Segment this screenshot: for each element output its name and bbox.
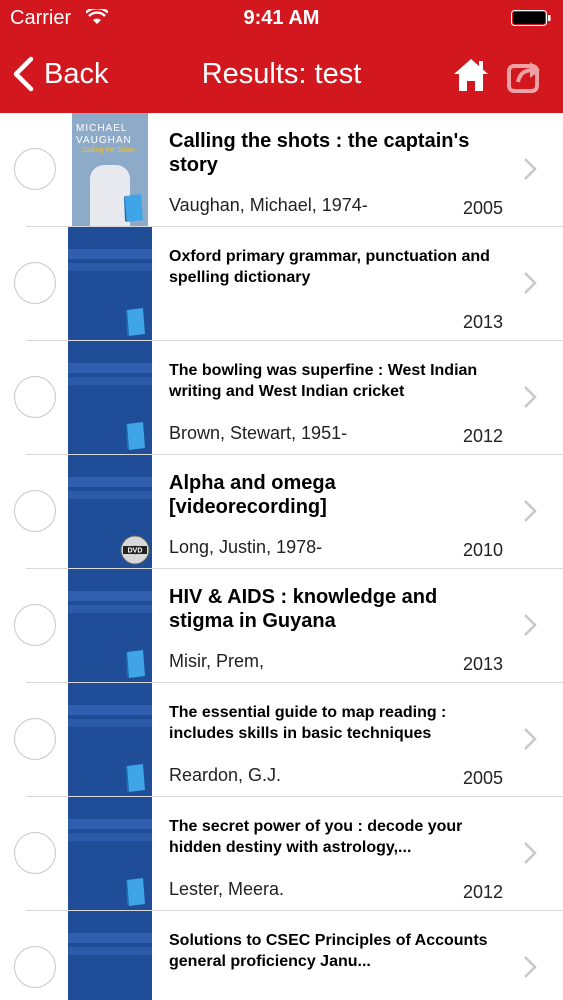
result-year: 2013 xyxy=(462,312,503,332)
results-list: MICHAEL VAUGHAN Calling the Shots Callin… xyxy=(0,113,563,1000)
result-year: 2012 xyxy=(462,882,503,902)
book-icon xyxy=(124,194,143,222)
item-thumbnail xyxy=(68,797,152,911)
result-title: Oxford primary grammar, punctuation and … xyxy=(169,248,490,286)
list-item[interactable]: DVD Alpha and omega [videorecording] Lon… xyxy=(0,455,563,569)
share-icon[interactable] xyxy=(506,56,544,94)
item-thumbnail xyxy=(68,683,152,797)
svg-text:DVD: DVD xyxy=(128,548,143,555)
item-thumbnail xyxy=(68,341,152,455)
list-item[interactable]: The bowling was superfine : West Indian … xyxy=(0,341,563,455)
list-item[interactable]: The secret power of you : decode your hi… xyxy=(0,797,563,911)
cover-text: VAUGHAN xyxy=(76,135,132,146)
result-title: Calling the shots : the captain's story xyxy=(169,130,470,176)
chevron-right-icon xyxy=(524,500,537,522)
result-year: 2005 xyxy=(462,198,503,218)
list-item[interactable]: The essential guide to map reading : inc… xyxy=(0,683,563,797)
result-author: Brown, Stewart, 1951- xyxy=(169,423,348,443)
select-checkbox[interactable] xyxy=(14,946,56,988)
dvd-icon: DVD xyxy=(120,535,150,565)
select-checkbox[interactable] xyxy=(14,148,56,190)
chevron-right-icon xyxy=(524,956,537,978)
chevron-right-icon xyxy=(524,614,537,636)
list-item[interactable]: HIV & AIDS : knowledge and stigma in Guy… xyxy=(0,569,563,683)
book-icon xyxy=(126,878,145,906)
battery-icon xyxy=(511,10,551,26)
cover-text: Calling the Shots xyxy=(82,147,135,154)
app-header: Carrier 9:41 AM Back Results: test xyxy=(0,0,563,113)
chevron-right-icon xyxy=(524,842,537,864)
select-checkbox[interactable] xyxy=(14,490,56,532)
select-checkbox[interactable] xyxy=(14,262,56,304)
select-checkbox[interactable] xyxy=(14,376,56,418)
chevron-right-icon xyxy=(524,728,537,750)
list-item[interactable]: MICHAEL VAUGHAN Calling the Shots Callin… xyxy=(0,113,563,227)
result-author: Vaughan, Michael, 1974- xyxy=(169,195,368,215)
book-icon xyxy=(126,308,145,336)
result-year: 2012 xyxy=(462,426,503,446)
result-author: Long, Justin, 1978- xyxy=(169,537,323,557)
select-checkbox[interactable] xyxy=(14,832,56,874)
chevron-right-icon xyxy=(524,386,537,408)
result-title: The bowling was superfine : West Indian … xyxy=(169,362,478,400)
result-year: 2010 xyxy=(462,540,503,560)
item-thumbnail: DVD xyxy=(68,455,152,569)
item-thumbnail xyxy=(68,911,152,1000)
book-icon xyxy=(126,764,145,792)
chevron-right-icon xyxy=(524,272,537,294)
status-time: 9:41 AM xyxy=(243,7,320,29)
result-year: 2013 xyxy=(462,654,503,674)
list-item[interactable]: Solutions to CSEC Principles of Accounts… xyxy=(0,911,563,1000)
book-icon xyxy=(126,422,145,450)
item-thumbnail xyxy=(68,569,152,683)
home-icon[interactable] xyxy=(452,56,490,94)
list-item[interactable]: Oxford primary grammar, punctuation and … xyxy=(0,227,563,341)
result-title: HIV & AIDS : knowledge and stigma in Guy… xyxy=(169,586,438,632)
result-author: Lester, Meera. xyxy=(169,879,285,899)
book-icon xyxy=(126,650,145,678)
result-title: The secret power of you : decode your hi… xyxy=(169,818,463,856)
result-author: Misir, Prem, xyxy=(169,651,265,671)
item-thumbnail xyxy=(68,227,152,341)
select-checkbox[interactable] xyxy=(14,718,56,760)
result-author: Reardon, G.J. xyxy=(169,765,282,785)
result-title: The essential guide to map reading : inc… xyxy=(169,704,447,742)
result-title: Alpha and omega [videorecording] xyxy=(169,472,336,518)
result-year: 2005 xyxy=(462,768,503,788)
status-bar: Carrier 9:41 AM xyxy=(0,0,563,36)
chevron-right-icon xyxy=(524,158,537,180)
book-cover: MICHAEL VAUGHAN Calling the Shots xyxy=(72,113,148,227)
result-title: Solutions to CSEC Principles of Accounts… xyxy=(169,932,488,970)
navigation-bar: Back Results: test xyxy=(0,36,563,113)
cover-text: MICHAEL xyxy=(76,123,128,134)
select-checkbox[interactable] xyxy=(14,604,56,646)
